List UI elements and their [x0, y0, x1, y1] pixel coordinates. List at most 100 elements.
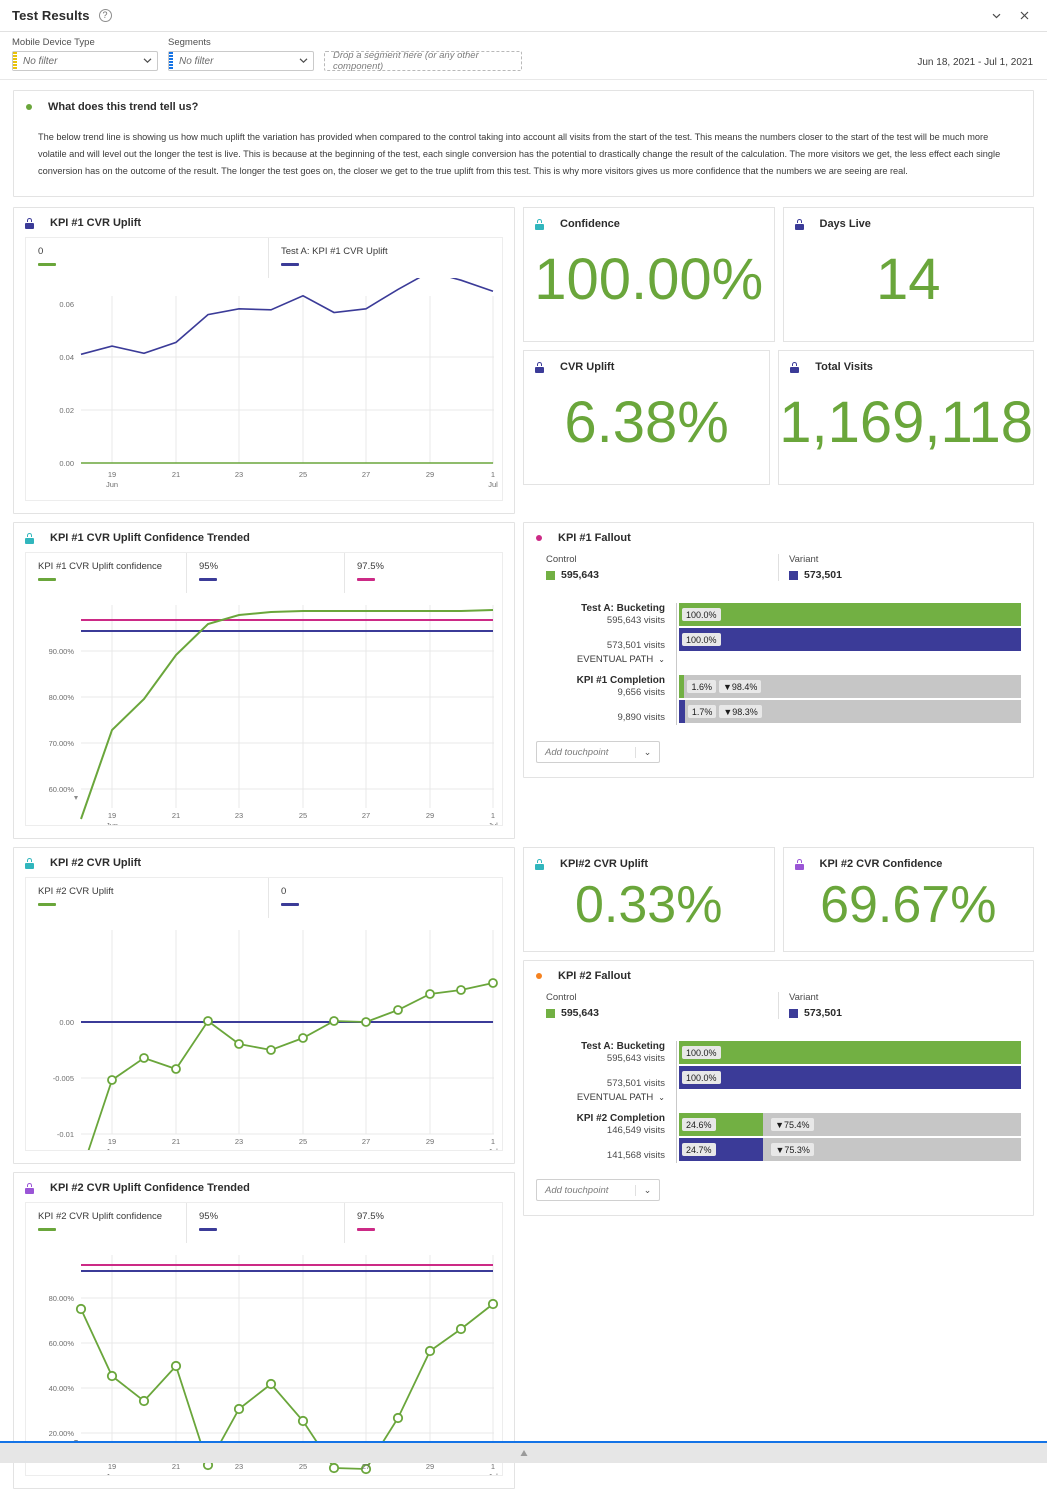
bar-dropoff-label: ▼98.3%: [719, 705, 762, 719]
legend-label: KPI #1 CVR Uplift confidence: [38, 561, 163, 573]
bar-row-control[interactable]: 100.0%: [679, 1041, 1021, 1065]
svg-text:27: 27: [362, 1137, 370, 1146]
variant-color-chip: [789, 570, 798, 580]
bottom-status-strip: [0, 1441, 1047, 1463]
chevron-down-icon[interactable]: ⌄: [658, 655, 665, 664]
device-filter-label: Mobile Device Type: [12, 37, 95, 48]
step-title: KPI #2 Completion: [576, 1113, 665, 1125]
legend-item-confidence[interactable]: KPI #2 CVR Uplift confidence: [26, 1203, 186, 1243]
bar-row-control[interactable]: 24.6% ▼75.4%: [679, 1113, 1021, 1137]
chevron-down-icon[interactable]: ⌄: [658, 1093, 665, 1102]
legend-item-975[interactable]: 97.5%: [344, 553, 502, 594]
svg-text:0.04: 0.04: [59, 353, 74, 362]
card-value: 1,169,118: [779, 389, 1033, 455]
lock-icon: [25, 857, 34, 869]
eventual-path-toggle[interactable]: EVENTUAL PATH ⌄: [536, 654, 665, 665]
svg-text:-0.01: -0.01: [57, 1130, 74, 1139]
bar-row-variant[interactable]: 1.7% ▼98.3%: [679, 700, 1021, 724]
kpi1-confidence-chart[interactable]: KPI #1 CVR Uplift confidence 95% 97.5% 6…: [25, 552, 503, 827]
segments-filter-group: Segments No filter: [168, 37, 314, 71]
dot-icon: [536, 535, 542, 542]
svg-text:90.00%: 90.00%: [49, 647, 75, 656]
test-results-panel: Test Results ? Mobile Device Type No fil…: [0, 0, 1047, 1489]
step-control-visits: 595,643 visits: [606, 615, 665, 627]
legend-item-95[interactable]: 95%: [186, 553, 344, 594]
step-bars: 100.0% 100.0%: [676, 1041, 1021, 1114]
variant-label: Variant: [789, 554, 819, 566]
legend-item-testa[interactable]: Test A: KPI #1 CVR Uplift: [268, 238, 502, 279]
add-touchpoint-dropdown[interactable]: Add touchpoint ⌄: [536, 741, 660, 764]
lock-icon: [794, 858, 804, 870]
bar-segment-dropoff: ▼75.4%: [763, 1113, 1021, 1137]
question-circle-icon[interactable]: ?: [98, 9, 112, 22]
svg-text:Jun: Jun: [106, 821, 118, 825]
variant-label: Variant: [789, 992, 819, 1004]
bar-segment-dropoff: ▼75.3%: [763, 1138, 1021, 1162]
dot-icon: [536, 973, 542, 980]
svg-text:21: 21: [172, 470, 180, 479]
legend-label: KPI #2 CVR Uplift confidence: [38, 1211, 163, 1223]
legend-swatch: [199, 578, 217, 581]
bar-pct-label: 100.0%: [682, 1046, 721, 1060]
bar-row-variant[interactable]: 100.0%: [679, 628, 1021, 652]
control-color-chip: [546, 1008, 555, 1018]
lock-icon: [25, 217, 34, 229]
segments-dropdown[interactable]: No filter: [168, 51, 314, 71]
svg-text:80.00%: 80.00%: [49, 1294, 75, 1303]
bar-pct-label: 1.6%: [687, 680, 716, 694]
kpi2-confidence-chart[interactable]: KPI #2 CVR Uplift confidence 95% 97.5% 2…: [25, 1202, 503, 1477]
kpi2-uplift-chart[interactable]: KPI #2 CVR Uplift 0 -0.01 -0.005 0.00 19…: [25, 877, 503, 1152]
svg-text:25: 25: [299, 1137, 307, 1146]
kpi-cards-row-1: Confidence 100.00% Days Live 14: [523, 207, 1034, 343]
legend-swatch: [38, 903, 56, 906]
svg-text:27: 27: [362, 811, 370, 820]
svg-text:29: 29: [426, 1462, 434, 1471]
control-value: 595,643: [561, 1007, 599, 1020]
kpi1-uplift-title: KPI #1 CVR Uplift: [50, 217, 142, 230]
resize-handle-icon[interactable]: [519, 1449, 528, 1458]
legend-item-zero[interactable]: 0: [26, 238, 268, 278]
svg-text:40.00%: 40.00%: [49, 1384, 75, 1393]
legend-item-95[interactable]: 95%: [186, 1203, 344, 1244]
legend-item-confidence[interactable]: KPI #1 CVR Uplift confidence: [26, 553, 186, 593]
svg-text:60.00%: 60.00%: [49, 1339, 75, 1348]
bar-segment-variant: 24.7%: [679, 1138, 764, 1162]
legend-swatch: [38, 1228, 56, 1231]
bar-dropoff-label: ▼75.3%: [771, 1143, 814, 1157]
svg-text:19: 19: [108, 1137, 116, 1146]
add-touchpoint-dropdown[interactable]: Add touchpoint ⌄: [536, 1179, 660, 1202]
date-range-label[interactable]: Jun 18, 2021 - Jul 1, 2021: [917, 57, 1033, 68]
bar-segment-variant: 100.0%: [679, 628, 1021, 652]
bar-row-control[interactable]: 1.6% ▼98.4%: [679, 675, 1021, 699]
eventual-path-toggle[interactable]: EVENTUAL PATH ⌄: [536, 1092, 665, 1103]
bar-pct-label: 100.0%: [682, 608, 721, 622]
row-kpi1-detail: KPI #1 CVR Uplift Confidence Trended KPI…: [13, 522, 1034, 840]
chevron-down-icon[interactable]: ⌄: [635, 1184, 659, 1196]
step-title: KPI #1 Completion: [576, 675, 665, 687]
insight-title: What does this trend tell us?: [48, 101, 199, 113]
legend-item-zero[interactable]: 0: [268, 878, 502, 919]
chevron-down-icon[interactable]: [293, 56, 313, 66]
bar-row-variant[interactable]: 100.0%: [679, 1066, 1021, 1090]
bar-row-control[interactable]: 100.0%: [679, 603, 1021, 627]
segment-dropzone[interactable]: Drop a segment here (or any other compon…: [324, 50, 522, 72]
bar-row-variant[interactable]: 24.7% ▼75.3%: [679, 1138, 1021, 1162]
close-icon[interactable]: [1013, 5, 1035, 27]
control-label: Control: [546, 554, 577, 566]
chevron-down-icon[interactable]: [985, 5, 1007, 27]
legend-item-kpi2-uplift[interactable]: KPI #2 CVR Uplift: [26, 878, 268, 918]
legend-item-975[interactable]: 97.5%: [344, 1203, 502, 1244]
fallout-control-col: Control 595,643: [536, 992, 778, 1019]
kpi1-uplift-chart[interactable]: 0 Test A: KPI #1 CVR Uplift 0.00 0.02 0.…: [25, 237, 503, 502]
card-confidence: Confidence 100.00%: [523, 207, 775, 343]
bar-pct-label: 24.7%: [682, 1143, 716, 1157]
step-variant-visits: 9,890 visits: [617, 712, 665, 724]
kpi1-fallout-panel: KPI #1 Fallout Control 595,643 Variant 5…: [523, 522, 1034, 779]
svg-text:Jun: Jun: [106, 1472, 118, 1475]
svg-text:Jul: Jul: [488, 1472, 498, 1475]
chevron-down-icon[interactable]: ⌄: [635, 746, 659, 758]
bar-segment-control: 24.6%: [679, 1113, 764, 1137]
mobile-device-type-dropdown[interactable]: No filter: [12, 51, 158, 71]
svg-text:27: 27: [362, 470, 370, 479]
chevron-down-icon[interactable]: [137, 56, 157, 66]
